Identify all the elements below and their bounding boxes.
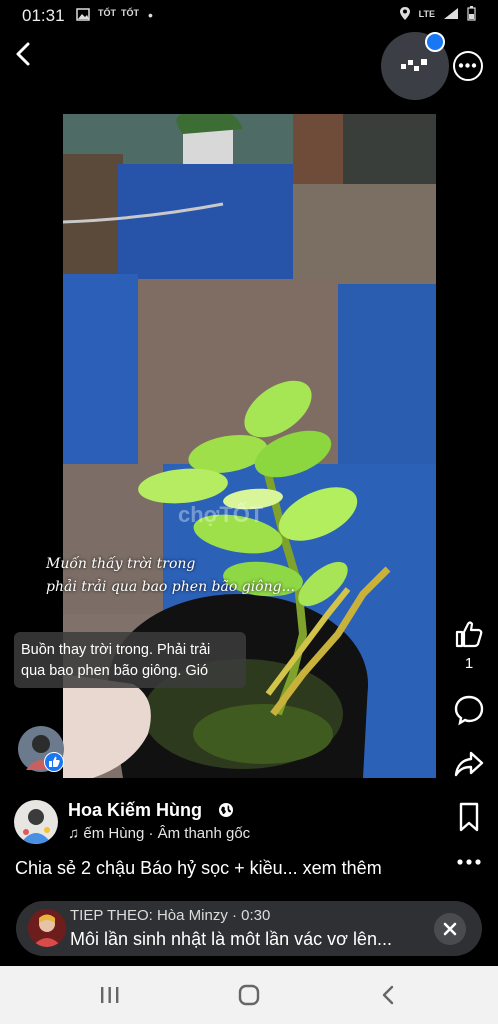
thumbs-up-icon — [455, 621, 483, 648]
thumbnail-image — [28, 909, 66, 947]
chevron-left-icon[interactable] — [10, 40, 38, 68]
bookmark-icon — [459, 802, 479, 832]
battery-icon — [467, 6, 476, 21]
gallery-icon — [76, 8, 90, 21]
globe-icon — [219, 803, 233, 817]
save-button[interactable] — [448, 801, 490, 838]
author-name[interactable]: Hoa Kiếm Hùng — [68, 800, 202, 821]
more-options-button[interactable] — [453, 51, 483, 81]
signal-icon — [444, 8, 458, 19]
up-next-thumbnail — [28, 909, 66, 947]
avatar-image — [14, 800, 58, 844]
more-horizontal-icon — [457, 859, 481, 865]
like-button[interactable]: 1 — [448, 618, 490, 672]
reactor-avatar[interactable] — [18, 726, 64, 772]
video-watermark: chợTỐT — [178, 502, 264, 527]
more-button[interactable] — [448, 852, 490, 877]
share-icon — [454, 751, 484, 777]
reels-badge-icon[interactable] — [381, 32, 449, 100]
clock: 01:31 — [22, 6, 65, 25]
more-horizontal-icon — [458, 63, 477, 68]
notification-label: TỐT — [121, 8, 139, 18]
subtitle-line: Buồn thay trời trong. Phải trải — [21, 642, 211, 658]
close-button[interactable] — [434, 913, 466, 945]
audio-label: ếm Hùng · Âm thanh gốc — [83, 825, 251, 842]
navigation-bar — [0, 966, 498, 1024]
comment-icon — [454, 695, 484, 726]
up-next-card[interactable]: TIEP THEO: Hòa Minzy · 0:30 Môi lần sinh… — [16, 901, 482, 956]
music-note-icon: ♫ — [68, 825, 84, 842]
like-badge-icon — [44, 752, 64, 772]
notification-dot — [425, 32, 445, 52]
auto-caption-box: Buồn thay trời trong. Phải trải qua bao … — [14, 632, 246, 688]
home-icon[interactable] — [237, 983, 261, 1007]
subtitle-line: qua bao phen bão giông. Gió — [21, 663, 209, 679]
network-type: LTE — [418, 8, 435, 19]
recent-apps-icon[interactable] — [98, 984, 122, 1006]
up-next-label: TIEP THEO: Hòa Minzy · 0:30 — [70, 907, 271, 924]
like-count: 1 — [464, 655, 474, 672]
notification-label: TỐT — [98, 8, 116, 18]
status-bar: 01:31 TỐT TỐT • LTE — [0, 0, 498, 32]
caption-line: phải trải qua bao phen bão giông... — [46, 579, 295, 595]
post-description[interactable]: Chia sẻ 2 chậu Báo hỷ sọc + kiều... xem … — [15, 858, 382, 879]
back-nav-icon[interactable] — [377, 983, 401, 1007]
comment-button[interactable] — [448, 694, 490, 731]
video-caption-overlay: Muốn thấy trời trong phải trải qua bao p… — [46, 553, 376, 599]
close-icon — [443, 922, 457, 936]
location-icon — [399, 7, 410, 20]
audio-attribution[interactable]: ♫ ếm Hùng · Âm thanh gốc — [68, 825, 250, 842]
dot-icon: • — [148, 7, 153, 23]
caption-line: Muốn thấy trời trong — [46, 556, 196, 572]
pixel-logo-icon — [401, 59, 427, 71]
share-button[interactable] — [448, 748, 490, 785]
author-avatar[interactable] — [14, 800, 58, 844]
up-next-title: Môi lần sinh nhật là môt lần vác vơ lên.… — [70, 929, 392, 949]
